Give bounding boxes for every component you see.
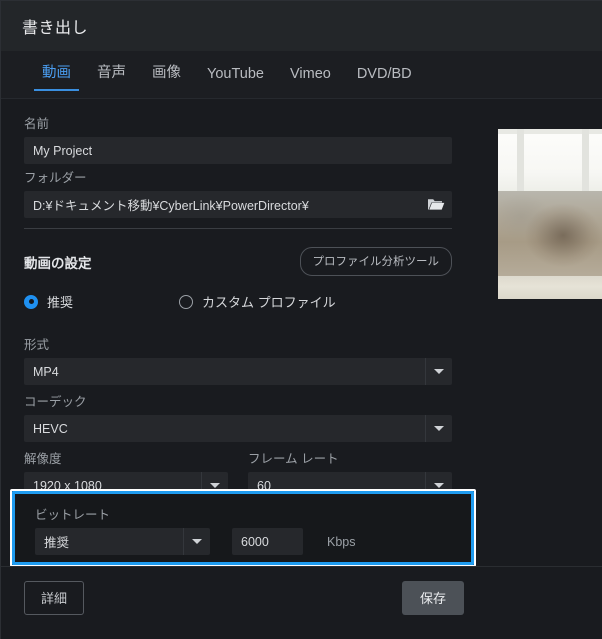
tab-youtube[interactable]: YouTube <box>194 64 277 91</box>
tab-image[interactable]: 画像 <box>139 59 194 91</box>
folder-input[interactable] <box>24 191 452 218</box>
page-title: 書き出し <box>22 20 89 37</box>
codec-select[interactable]: HEVC <box>24 415 452 442</box>
radio-custom-profile-label: カスタム プロファイル <box>202 295 336 310</box>
framerate-value: 60 <box>257 478 271 493</box>
framerate-field-group: フレーム レート 60 <box>248 448 452 499</box>
bitrate-unit-label: Kbps <box>327 534 356 549</box>
codec-label: コーデック <box>24 395 87 409</box>
dialog-titlebar: 書き出し <box>1 1 602 51</box>
name-field-group: 名前 <box>24 113 452 164</box>
tab-audio-label: 音声 <box>97 65 126 81</box>
radio-custom-profile-dot <box>179 294 193 309</box>
tab-dvd-bd[interactable]: DVD/BD <box>344 64 425 91</box>
format-select[interactable]: MP4 <box>24 358 452 385</box>
resolution-framerate-row: 解像度 1920 x 1080 フレーム レート 60 <box>24 448 452 499</box>
chevron-down-icon <box>425 358 452 385</box>
resolution-field-group: 解像度 1920 x 1080 <box>24 448 228 499</box>
tab-youtube-label: YouTube <box>207 66 264 82</box>
tab-image-label: 画像 <box>152 65 181 81</box>
bitrate-mode-value: 推奨 <box>44 536 70 550</box>
chevron-down-icon <box>183 528 210 555</box>
save-button[interactable]: 保存 <box>402 581 465 615</box>
bitrate-label: ビットレート <box>35 508 111 522</box>
codec-field-group: コーデック HEVC <box>24 391 452 442</box>
tab-vimeo[interactable]: Vimeo <box>277 64 344 91</box>
folder-field-group: フォルダー <box>24 167 452 218</box>
radio-recommended-label: 推奨 <box>47 295 74 310</box>
section-divider <box>24 228 452 229</box>
resolution-value: 1920 x 1080 <box>33 478 102 493</box>
video-settings-header: 動画の設定 プロファイル分析ツール <box>24 247 452 276</box>
dialog-footer: 詳細 保存 <box>1 566 602 639</box>
tab-list: 動画 音声 画像 YouTube Vimeo DVD/BD <box>29 59 425 91</box>
radio-recommended[interactable]: 推奨 <box>24 292 179 311</box>
video-settings-title: 動画の設定 <box>24 255 92 271</box>
profile-analysis-tool-button[interactable]: プロファイル分析ツール <box>299 247 452 276</box>
radio-recommended-dot <box>24 294 38 309</box>
chevron-down-icon <box>425 415 452 442</box>
name-label: 名前 <box>24 117 50 131</box>
tab-audio[interactable]: 音声 <box>84 59 139 91</box>
tab-vimeo-label: Vimeo <box>289 66 331 82</box>
format-label: 形式 <box>24 338 50 352</box>
bitrate-row: 推奨 Kbps <box>35 528 471 555</box>
bitrate-mode-select[interactable]: 推奨 <box>35 528 210 555</box>
bitrate-field-group: ビットレート 推奨 Kbps <box>15 494 471 562</box>
folder-path-row <box>24 191 452 218</box>
tab-video[interactable]: 動画 <box>29 59 84 91</box>
resolution-label: 解像度 <box>24 452 62 466</box>
codec-value: HEVC <box>33 421 68 436</box>
export-dialog: 書き出し 動画 音声 画像 YouTube Vimeo DVD/BD 名前 My… <box>0 0 602 639</box>
tabbar: 動画 音声 画像 YouTube Vimeo DVD/BD <box>1 51 602 99</box>
tab-video-label: 動画 <box>42 65 71 81</box>
format-field-group: 形式 MP4 <box>24 334 452 385</box>
bitrate-value-input[interactable] <box>232 528 303 555</box>
radio-custom-profile[interactable]: カスタム プロファイル <box>179 292 336 311</box>
folder-label: フォルダー <box>24 171 87 185</box>
export-form: 名前 フォルダー 動画の設定 プロファイル分析ツール <box>1 99 602 639</box>
folder-open-icon[interactable] <box>425 195 446 214</box>
format-value: MP4 <box>33 364 59 379</box>
tab-dvdbd-label: DVD/BD <box>356 66 412 82</box>
detail-button[interactable]: 詳細 <box>24 581 85 615</box>
name-input[interactable] <box>24 137 452 164</box>
profile-mode-radio-group: 推奨 カスタム プロファイル <box>24 292 452 311</box>
framerate-label: フレーム レート <box>248 452 339 466</box>
